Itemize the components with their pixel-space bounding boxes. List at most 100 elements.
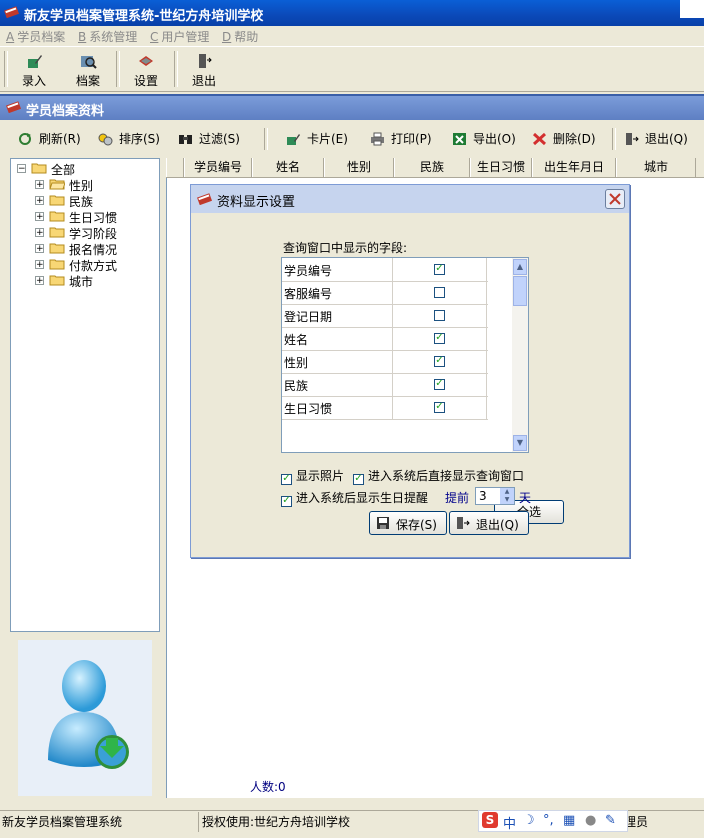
child-window-title: 学员档案资料 [26,104,105,119]
grid-col-gender[interactable]: 性别 [324,158,394,177]
door-exit-icon [199,54,212,68]
field-row[interactable]: 生日习惯 ✓ [282,396,488,420]
child-window-title-bar[interactable]: 学员档案资料 [0,94,704,120]
moon-icon[interactable]: ☽ [523,813,535,828]
settings-button[interactable]: 设置 [124,51,168,91]
scroll-up-button[interactable]: ▲ [513,259,527,275]
field-visible-checkbox[interactable] [434,287,445,298]
close-icon [609,193,621,205]
field-visible-checkbox[interactable]: ✓ [434,379,445,390]
spin-up-button[interactable]: ▲ [500,488,514,496]
field-visible-checkbox[interactable]: ✓ [434,264,445,275]
scroll-thumb[interactable] [513,276,527,306]
dialog-exit-button[interactable]: 退出(Q) [449,511,529,535]
folder-icon [49,194,65,206]
grid-col-city[interactable]: 城市 [616,158,696,177]
export-button[interactable]: 导出(O) [452,130,516,148]
tree-node[interactable]: + 报名情况 [15,241,155,257]
grid-col-birthday-habit[interactable]: 生日习惯 [470,158,532,177]
show-query-option[interactable]: ✓ 进入系统后直接显示查询窗口 [353,467,524,485]
advance-days-value[interactable]: 3 [479,489,487,503]
tree-node[interactable]: + 生日习惯 [15,209,155,225]
field-row[interactable]: 姓名 ✓ [282,327,488,351]
tree-node[interactable]: + 性别 [15,177,155,193]
exit-button-2[interactable]: 退出(Q) [624,130,688,148]
user-icon[interactable]: ● [585,813,596,828]
show-query-checkbox[interactable]: ✓ [353,474,364,485]
menu-bar: A 学员档案 B 系统管理 C 用户管理 D 帮助 [0,26,704,46]
field-name: 性别 [284,356,309,370]
keyboard-icon[interactable]: ▦ [563,813,575,828]
ime-toolbar[interactable]: S 中 ☽ °, ▦ ● ✎ [478,810,628,832]
window-title-bar[interactable]: 新友学员档案管理系统-世纪方舟培训学校 [0,0,704,26]
avatar-box [18,640,152,796]
grid-col-student-id[interactable]: 学员编号 [184,158,252,177]
archive-button[interactable]: 档案 [66,51,110,91]
tree-node[interactable]: + 学习阶段 [15,225,155,241]
tree-node[interactable]: + 付款方式 [15,257,155,273]
wrench-icon[interactable]: ✎ [605,813,616,828]
birthday-remind-checkbox[interactable]: ✓ [281,496,292,507]
punctuation-icon[interactable]: °, [543,813,554,828]
collapse-icon[interactable]: − [17,164,26,174]
birthday-remind-option[interactable]: ✓ 进入系统后显示生日提醒 [281,489,428,507]
advance-days-spinner[interactable]: 3 ▲ ▼ [475,487,515,505]
field-row[interactable]: 性别 ✓ [282,350,488,374]
field-row[interactable]: 学员编号 ✓ [282,258,488,282]
refresh-button[interactable]: 刷新(R) [18,130,81,148]
menu-archive[interactable]: A 学员档案 [6,28,65,45]
column-divider [486,304,487,327]
field-row[interactable]: 民族 ✓ [282,373,488,397]
grid-col-name[interactable]: 姓名 [252,158,324,177]
field-visible-checkbox[interactable]: ✓ [434,356,445,367]
field-row[interactable]: 客服编号 [282,281,488,305]
tree-node[interactable]: + 城市 [15,273,155,289]
expand-icon[interactable]: + [35,244,44,254]
delete-x-icon [532,132,547,146]
delete-button[interactable]: 删除(D) [532,130,596,148]
field-list[interactable]: 学员编号 ✓ 客服编号 登记日期 姓名 ✓ 性别 ✓ 民族 ✓ 生日习惯 ✓ ▲ ▼ 全选 [281,257,564,524]
scroll-down-button[interactable]: ▼ [513,435,527,451]
sort-icon [98,133,113,146]
show-photo-checkbox[interactable]: ✓ [281,474,292,485]
entry-button[interactable]: 录入 [12,51,56,91]
expand-icon[interactable]: + [35,260,44,270]
field-list-scrollbar[interactable]: ▲ ▼ [512,258,528,452]
exit-button[interactable]: 退出 [182,51,226,91]
status-license: 授权使用:世纪方舟培训学校 [200,812,483,832]
expand-icon[interactable]: + [35,212,44,222]
show-photo-option[interactable]: ✓ 显示照片 [281,467,344,485]
app-book-icon [4,6,20,18]
save-button[interactable]: 保存(S) [369,511,447,535]
field-visible-checkbox[interactable] [434,310,445,321]
close-button[interactable] [605,189,625,209]
sogou-s-icon[interactable]: S [482,812,498,828]
grid-col-birthdate[interactable]: 出生年月日 [532,158,616,177]
print-button[interactable]: 打印(P) [370,130,432,148]
expand-icon[interactable]: + [35,276,44,286]
menu-users[interactable]: C 用户管理 [150,28,209,45]
sort-button[interactable]: 排序(S) [98,130,160,148]
expand-icon[interactable]: + [35,228,44,238]
menu-system[interactable]: B 系统管理 [78,28,137,45]
dialog-title-bar[interactable]: 资料显示设置 [191,185,629,213]
field-row[interactable]: 登记日期 [282,304,488,328]
tree-node-root[interactable]: − 全部 [15,161,155,177]
printer-icon [371,132,384,146]
expand-icon[interactable]: + [35,180,44,190]
field-visible-checkbox[interactable]: ✓ [434,402,445,413]
card-button[interactable]: 卡片(E) [286,130,348,148]
spin-down-button[interactable]: ▼ [500,496,514,504]
grid-col-ethnicity[interactable]: 民族 [394,158,470,177]
column-divider [392,396,393,419]
category-tree[interactable]: − 全部 + 性别 + 民族 + 生日习惯 + 学习阶段 + 报名情况 + 付款方式 + 城市 [10,158,160,632]
filter-button[interactable]: 过滤(S) [178,130,240,148]
expand-icon[interactable]: + [35,196,44,206]
menu-help[interactable]: D 帮助 [222,28,258,45]
ime-mode[interactable]: 中 [503,813,516,832]
tree-label: 民族 [69,195,94,209]
tree-node[interactable]: + 民族 [15,193,155,209]
field-visible-checkbox[interactable]: ✓ [434,333,445,344]
record-count: 人数:0 [250,780,286,794]
tree-label: 性别 [69,179,94,193]
